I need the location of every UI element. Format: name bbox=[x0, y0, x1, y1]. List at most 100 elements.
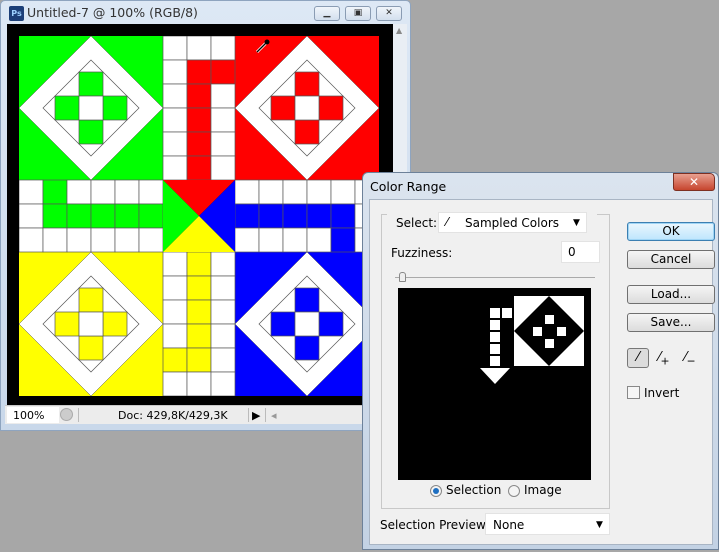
selection-preview-image[interactable] bbox=[398, 288, 591, 480]
select-label: Select: bbox=[396, 216, 438, 230]
selection-radio-label[interactable]: Selection bbox=[446, 483, 501, 497]
scroll-up-icon[interactable]: ▲ bbox=[396, 26, 402, 35]
fuzziness-slider-thumb[interactable] bbox=[399, 272, 406, 282]
sampled-eyedropper-icon: ⁄ bbox=[446, 215, 449, 229]
photoshop-app-icon: Ps bbox=[9, 6, 24, 21]
blue-path-cell bbox=[306, 203, 332, 229]
selection-preview-label: Selection Preview: bbox=[380, 518, 490, 532]
blue-path-cell bbox=[330, 203, 356, 229]
fuzziness-input[interactable]: 0 bbox=[561, 241, 600, 263]
yellow-path-cell bbox=[210, 371, 236, 396]
green-path-cell bbox=[66, 179, 92, 205]
blue-path-cell bbox=[234, 179, 260, 205]
invert-checkbox[interactable] bbox=[627, 386, 640, 399]
blue-home-cross-cell bbox=[294, 335, 320, 361]
green-path-cell bbox=[42, 179, 68, 205]
doc-size-info: Doc: 429,8K/429,3K bbox=[118, 409, 228, 422]
yellow-path-cell bbox=[186, 371, 212, 396]
image-radio[interactable] bbox=[508, 485, 520, 497]
minimize-button[interactable]: ▁ bbox=[314, 6, 340, 21]
dialog-body: Select: ⁄ Sampled Colors ▼ Fuzziness: 0 bbox=[369, 199, 715, 545]
eyedropper-plus-icon[interactable]: ⁄+ bbox=[655, 349, 673, 368]
yellow-path-cell bbox=[186, 347, 212, 373]
yellow-home-cross-cell bbox=[78, 335, 104, 361]
cancel-button[interactable]: Cancel bbox=[627, 250, 715, 269]
yellow-path-cell bbox=[210, 347, 236, 373]
yellow-path-cell bbox=[162, 371, 188, 396]
green-home-cross-cell bbox=[54, 95, 80, 121]
yellow-path-cell bbox=[210, 323, 236, 349]
green-path-cell bbox=[114, 179, 140, 205]
yellow-path-cell bbox=[162, 251, 188, 277]
fuzziness-slider-track[interactable] bbox=[395, 277, 595, 278]
red-path-cell bbox=[210, 107, 236, 133]
eyedropper-icon[interactable]: ⁄ bbox=[627, 348, 649, 368]
green-home-cross-cell bbox=[78, 119, 104, 145]
red-path-cell bbox=[186, 83, 212, 109]
red-home-cross-cell bbox=[294, 119, 320, 145]
restore-icon: ▣ bbox=[353, 8, 363, 18]
green-path-cell bbox=[42, 227, 68, 253]
selection-preview-dropdown[interactable]: None ▼ bbox=[485, 513, 610, 535]
blue-path-cell bbox=[330, 179, 356, 205]
red-home-cross-cell bbox=[294, 71, 320, 97]
status-bar: 100% Doc: 429,8K/429,3K ▶ ◂ bbox=[5, 405, 408, 424]
blue-path-cell bbox=[330, 227, 356, 253]
blue-home-cross-cell bbox=[318, 311, 344, 337]
red-path-cell bbox=[162, 83, 188, 109]
blue-path-cell bbox=[306, 227, 332, 253]
ludo-board-image[interactable] bbox=[19, 36, 379, 396]
selection-radio[interactable] bbox=[430, 485, 442, 497]
green-path-cell bbox=[19, 227, 44, 253]
restore-button[interactable]: ▣ bbox=[345, 6, 371, 21]
blue-home-cross-cell bbox=[294, 287, 320, 313]
dialog-close-button[interactable]: ✕ bbox=[673, 173, 715, 191]
blue-path-cell bbox=[282, 227, 308, 253]
blue-path-cell bbox=[258, 203, 284, 229]
save-button[interactable]: Save... bbox=[627, 313, 715, 332]
status-menu-arrow-icon[interactable]: ▶ bbox=[252, 409, 260, 422]
load-button[interactable]: Load... bbox=[627, 285, 715, 304]
green-path-cell bbox=[42, 203, 68, 229]
chevron-down-icon: ▼ bbox=[573, 218, 580, 228]
red-path-cell bbox=[210, 155, 236, 181]
select-value: Sampled Colors bbox=[465, 216, 560, 230]
chevron-down-icon: ▼ bbox=[596, 520, 603, 530]
yellow-home-cross-cell bbox=[78, 287, 104, 313]
preview-mask bbox=[480, 296, 584, 384]
scroll-left-icon[interactable]: ◂ bbox=[271, 409, 277, 422]
red-path-cell bbox=[162, 155, 188, 181]
blue-home-center-cell bbox=[294, 311, 320, 337]
yellow-path-cell bbox=[210, 251, 236, 277]
red-path-cell bbox=[162, 59, 188, 85]
green-path-cell bbox=[90, 203, 116, 229]
green-path-cell bbox=[138, 203, 164, 229]
yellow-path-cell bbox=[210, 299, 236, 325]
green-home-cross-cell bbox=[78, 71, 104, 97]
yellow-home-cross-cell bbox=[54, 311, 80, 337]
eyedropper-cursor-icon bbox=[255, 39, 270, 54]
image-radio-label[interactable]: Image bbox=[524, 483, 562, 497]
close-button[interactable]: ✕ bbox=[376, 6, 402, 21]
green-path-cell bbox=[19, 179, 44, 205]
zoom-level-field[interactable]: 100% bbox=[13, 409, 44, 422]
yellow-path-cell bbox=[162, 347, 188, 373]
red-home-center-cell bbox=[294, 95, 320, 121]
ok-button[interactable]: OK bbox=[627, 222, 715, 241]
color-range-dialog: Color Range ✕ Select: ⁄ Sampled Colors ▼… bbox=[362, 172, 719, 550]
zoom-clock-icon bbox=[60, 408, 73, 421]
select-dropdown[interactable]: ⁄ Sampled Colors ▼ bbox=[438, 212, 587, 233]
document-title: Untitled-7 @ 100% (RGB/8) bbox=[27, 5, 198, 20]
invert-label[interactable]: Invert bbox=[644, 386, 679, 400]
red-path-cell bbox=[186, 131, 212, 157]
eyedropper-minus-icon[interactable]: ⁄− bbox=[681, 349, 699, 368]
green-path-cell bbox=[114, 227, 140, 253]
blue-path-cell bbox=[234, 227, 260, 253]
yellow-path-cell bbox=[186, 275, 212, 301]
canvas-area[interactable] bbox=[7, 24, 393, 405]
red-path-cell bbox=[210, 131, 236, 157]
blue-path-cell bbox=[234, 203, 260, 229]
red-path-cell bbox=[210, 83, 236, 109]
red-home-cross-cell bbox=[318, 95, 344, 121]
red-path-cell bbox=[186, 36, 212, 61]
